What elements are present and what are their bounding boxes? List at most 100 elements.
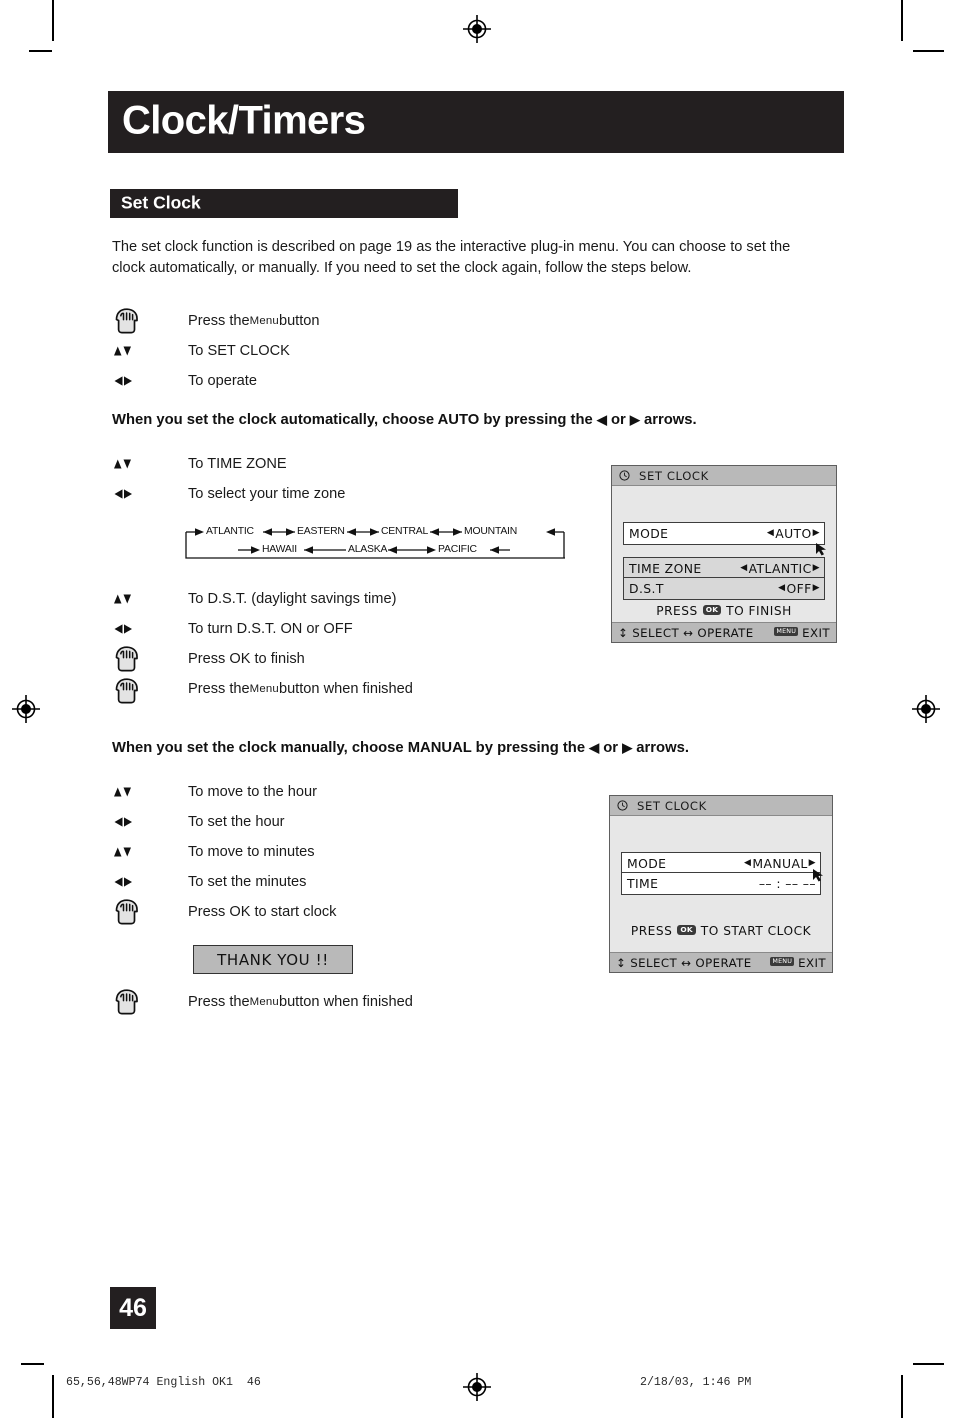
pointer-cursor-icon (813, 869, 823, 882)
osd-row-value-group[interactable]: ◀ AUTO ▶ (767, 526, 824, 541)
step-row: To D.S.T. (daylight savings time) (112, 584, 592, 614)
osd-row-value-group[interactable]: ◀ OFF ▶ (778, 581, 824, 596)
osd-row-label: D.S.T (629, 581, 664, 596)
step-row: Press OK to finish (112, 644, 592, 674)
osd-bottom-select-label: SELECT (632, 625, 680, 640)
left-caret-icon[interactable]: ◀ (744, 858, 751, 868)
step-row: To set the hour (112, 807, 592, 837)
osd-row-value-group[interactable]: ◀ ATLANTIC ▶ (740, 561, 824, 576)
left-right-arrows-icon (112, 867, 174, 897)
right-caret-icon[interactable]: ▶ (813, 528, 820, 538)
step-row: Press OK to start clock (112, 897, 592, 927)
step-label: Press the Menu button when finished (188, 681, 413, 697)
osd-row-value: MANUAL (752, 856, 808, 871)
osd-row-time[interactable]: TIME –– : –– –– (621, 872, 821, 895)
clock-icon (617, 800, 628, 811)
osd-title-label: SET CLOCK (639, 468, 709, 483)
osd-hint-pre: PRESS (656, 604, 698, 618)
left-caret-icon[interactable]: ◀ (778, 583, 785, 593)
pointer-cursor-icon (816, 543, 826, 556)
page-number: 46 (119, 1293, 147, 1322)
left-right-arrows-icon (112, 614, 174, 644)
osd-title-bar: SET CLOCK (612, 466, 836, 486)
crop-mark-bottom-right-horizontal (913, 1363, 944, 1365)
right-arrow-icon: ▶ (622, 740, 633, 755)
left-caret-icon[interactable]: ◀ (767, 528, 774, 538)
bold-auto-instruction: When you set the clock automatically, ch… (112, 412, 697, 428)
menu-button-badge: MENU (770, 957, 795, 966)
step-row: To move to the hour (112, 777, 592, 807)
steps-intro-list: Press the Menu button To SET CLOCK To op… (112, 306, 592, 396)
hand-press-icon (112, 897, 174, 927)
step-label: To D.S.T. (daylight savings time) (188, 591, 397, 607)
up-down-glyph-icon: ↕ (616, 955, 627, 970)
osd-row-mode[interactable]: MODE ◀ AUTO ▶ (623, 522, 825, 545)
section-header-banner: Set Clock (110, 189, 458, 218)
step-row: Press the Menu button when finished (112, 674, 592, 708)
left-caret-icon[interactable]: ◀ (740, 563, 747, 573)
up-down-arrows-icon (112, 584, 174, 614)
osd-title-bar: SET CLOCK (610, 796, 832, 816)
steps-manual-list: To move to the hour To set the hour To m… (112, 777, 592, 927)
footer-timestamp: 2/18/03, 1:46 PM (640, 1376, 752, 1389)
hand-press-icon (112, 306, 174, 336)
bold-auto-mid: or (606, 412, 630, 428)
step-label: To move to the hour (188, 784, 317, 800)
right-caret-icon[interactable]: ▶ (809, 858, 816, 868)
right-caret-icon[interactable]: ▶ (813, 583, 820, 593)
osd-set-clock-auto: SET CLOCK MODE ◀ AUTO ▶ TIME ZONE ◀ ATLA… (611, 465, 837, 643)
step-row: To set the minutes (112, 867, 592, 897)
step-label: Press OK to start clock (188, 904, 337, 920)
up-down-glyph-icon: ↕ (618, 625, 629, 640)
crop-mark-top-left-vertical (52, 0, 54, 41)
step-label: Press the Menu button (188, 313, 320, 329)
timezone-label-hawaii: HAWAII (262, 544, 297, 555)
step-label: To move to minutes (188, 844, 315, 860)
osd-row-value-group[interactable]: ◀ MANUAL ▶ (744, 856, 820, 871)
steps-final-list: Press the Menu button when finished (112, 987, 592, 1017)
step-label: Press OK to finish (188, 651, 305, 667)
osd-row-label: MODE (629, 526, 669, 541)
osd-row-label: TIME ZONE (629, 561, 702, 576)
left-arrow-icon: ◀ (596, 412, 607, 427)
osd-row-value-group[interactable]: –– : –– –– (759, 876, 820, 891)
step-label: To operate (188, 373, 257, 389)
osd-hint-post: TO START CLOCK (700, 924, 812, 938)
left-right-arrows-icon (112, 807, 174, 837)
osd-set-clock-manual: SET CLOCK MODE ◀ MANUAL ▶ TIME –– : –– –… (609, 795, 833, 973)
bold-manual-post: arrows. (632, 740, 689, 756)
step-row: To move to minutes (112, 837, 592, 867)
step-label: To TIME ZONE (188, 456, 287, 472)
step-row: Press the Menu button when finished (112, 987, 592, 1017)
step-label: Press the Menu button when finished (188, 994, 413, 1010)
registration-mark-bottom (463, 1373, 491, 1401)
crop-mark-top-right-vertical (901, 0, 903, 41)
step-label: To turn D.S.T. ON or OFF (188, 621, 353, 637)
menu-button-badge: MENU (774, 627, 799, 636)
up-down-arrows-icon (112, 837, 174, 867)
thank-you-message-box: THANK YOU !! (193, 945, 353, 974)
registration-mark-right (912, 695, 940, 723)
registration-mark-left (12, 695, 40, 723)
osd-hint-start-clock: PRESS OK TO START CLOCK (610, 924, 832, 938)
osd-bottom-operate-label: OPERATE (697, 625, 754, 640)
crop-mark-bottom-left-vertical (52, 1375, 54, 1418)
left-right-glyph-icon: ↔ (683, 625, 694, 640)
crop-mark-bottom-left-horizontal (21, 1363, 44, 1365)
section-title: Set Clock (121, 192, 201, 213)
ok-button-badge: OK (702, 605, 722, 615)
osd-bottom-right: MENU EXIT (774, 626, 830, 640)
footer-file-reference: 65,56,48WP74 English OK1 46 (66, 1376, 261, 1389)
osd-row-dst[interactable]: D.S.T ◀ OFF ▶ (623, 577, 825, 600)
step-label: To select your time zone (188, 486, 346, 502)
osd-bottom-select-label: SELECT (630, 955, 678, 970)
right-caret-icon[interactable]: ▶ (813, 563, 820, 573)
step-label: To SET CLOCK (188, 343, 290, 359)
osd-row-value: –– : –– –– (758, 876, 816, 891)
osd-bottom-exit-label: EXIT (798, 955, 826, 970)
step-label: To set the hour (188, 814, 285, 830)
bold-manual-mid: or (599, 740, 623, 756)
osd-row-value: OFF (786, 581, 812, 596)
osd-row-value: ATLANTIC (748, 561, 812, 576)
ok-button-badge: OK (677, 925, 696, 935)
